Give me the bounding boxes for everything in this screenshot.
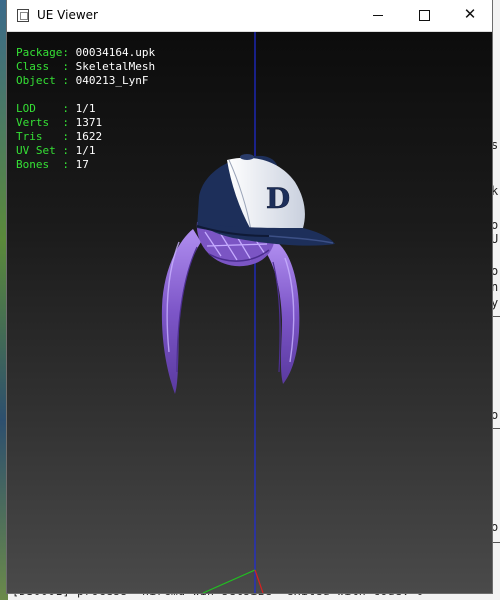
info-row-package: Package: 00034164.upk [16,46,155,60]
info-value: 00034164.upk [75,46,156,59]
ue-viewer-window: UE Viewer ✕ D Package: 00034164.upk Clas… [7,0,492,593]
terminal-fragment: n [491,280,499,294]
info-value: 1622 [75,130,103,143]
close-button[interactable]: ✕ [447,0,493,31]
info-label: Object : [16,74,76,87]
terminal-fragment: s [491,138,499,152]
x-axis-line [254,569,264,593]
terminal-divider [492,542,500,543]
terminal-divider [492,316,500,317]
terminal-fragment: o [491,264,499,278]
hair-right-strand [263,242,300,384]
info-row-uvset: UV Set : 1/1 [16,144,155,158]
info-row-verts: Verts : 1371 [16,116,155,130]
info-value: 17 [75,158,89,171]
title-bar[interactable]: UE Viewer ✕ [7,0,492,32]
info-label: Verts : [16,116,76,129]
3d-viewport[interactable]: D Package: 00034164.upk Class : Skeletal… [7,32,492,593]
info-label: LOD : [16,102,76,115]
minimize-icon [373,15,383,16]
info-value: 1/1 [75,102,96,115]
maximize-icon [419,10,430,21]
terminal-fragment: o [491,520,499,534]
terminal-fragment: o [491,218,499,232]
z-axis-line [202,569,256,593]
app-icon [17,9,29,22]
info-value: 1/1 [75,144,96,157]
terminal-divider [492,428,500,429]
info-label: UV Set : [16,144,76,157]
window-title: UE Viewer [37,8,98,22]
info-value: 1371 [75,116,103,129]
minimize-button[interactable] [355,0,401,31]
info-row-object: Object : 040213_LynF [16,74,155,88]
info-label: Bones : [16,158,76,171]
hair-left-strand [161,229,201,394]
info-value: SkeletalMesh [75,60,156,73]
info-row-tris: Tris : 1622 [16,130,155,144]
terminal-fragment: k [491,184,499,198]
terminal-fragment: U [491,232,499,246]
mesh-info-overlay: Package: 00034164.upk Class : SkeletalMe… [16,46,155,172]
info-value: 040213_LynF [75,74,149,87]
info-label: Tris : [16,130,76,143]
cap: D [196,154,335,246]
info-row-lod: LOD : 1/1 [16,102,155,116]
close-icon: ✕ [463,5,477,23]
info-row-class: Class : SkeletalMesh [16,60,155,74]
terminal-fragment: y [491,296,499,310]
info-label: Class : [16,60,76,73]
info-label: Package: [16,46,76,59]
info-row-bones: Bones : 17 [16,158,155,172]
terminal-fragment: o [491,408,499,422]
maximize-button[interactable] [401,0,447,31]
cap-logo: D [266,182,290,215]
